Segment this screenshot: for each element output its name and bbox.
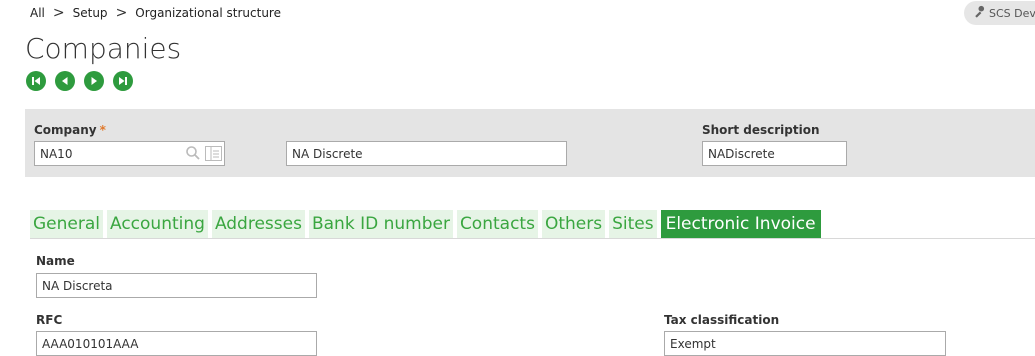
first-record-button[interactable]	[26, 71, 46, 91]
breadcrumb-organizational-structure[interactable]: Organizational structure	[135, 6, 281, 20]
rfc-field[interactable]: AAA010101AAA	[36, 331, 317, 356]
required-marker: *	[99, 123, 106, 137]
breadcrumb-all[interactable]: All	[30, 6, 45, 20]
section-tabs: General Accounting Addresses Bank ID num…	[30, 210, 821, 238]
last-record-button[interactable]	[113, 71, 133, 91]
search-icon[interactable]	[185, 145, 201, 164]
first-icon	[32, 77, 40, 85]
name-label: Name	[36, 254, 75, 268]
company-code-value: NA10	[40, 146, 73, 161]
breadcrumb-setup[interactable]: Setup	[73, 6, 108, 20]
short-description-field[interactable]: NADiscrete	[702, 141, 847, 166]
last-icon	[119, 77, 127, 85]
tab-electronic-invoice[interactable]: Electronic Invoice	[660, 210, 821, 238]
page-title: Companies	[25, 32, 182, 65]
previous-record-button[interactable]	[55, 71, 75, 91]
tab-divider	[30, 238, 1035, 239]
breadcrumb: All > Setup > Organizational structure	[30, 5, 281, 21]
next-record-button[interactable]	[84, 71, 104, 91]
user-label: SCS Dev	[989, 6, 1035, 20]
user-menu[interactable]: SCS Dev	[964, 1, 1035, 25]
next-icon	[91, 77, 97, 85]
list-selection-icon[interactable]	[205, 145, 222, 164]
tab-general[interactable]: General	[30, 210, 103, 238]
tab-accounting[interactable]: Accounting	[107, 210, 208, 238]
key-icon	[972, 5, 985, 21]
tab-addresses[interactable]: Addresses	[211, 210, 305, 238]
tab-contacts[interactable]: Contacts	[456, 210, 538, 238]
company-name-field[interactable]: NA Discrete	[286, 141, 567, 166]
record-navigation	[26, 71, 133, 91]
company-label: Company *	[34, 123, 106, 137]
breadcrumb-separator: >	[52, 5, 65, 21]
tab-bank-id-number[interactable]: Bank ID number	[308, 210, 453, 238]
previous-icon	[62, 77, 68, 85]
tab-others[interactable]: Others	[541, 210, 606, 238]
tab-sites[interactable]: Sites	[609, 210, 657, 238]
name-field[interactable]: NA Discreta	[36, 273, 317, 298]
tax-classification-label: Tax classification	[664, 313, 780, 327]
rfc-label: RFC	[36, 313, 63, 327]
short-description-label: Short description	[702, 123, 820, 137]
breadcrumb-separator: >	[115, 5, 128, 21]
tax-classification-field[interactable]: Exempt	[664, 331, 946, 356]
company-code-field[interactable]: NA10	[34, 141, 225, 166]
